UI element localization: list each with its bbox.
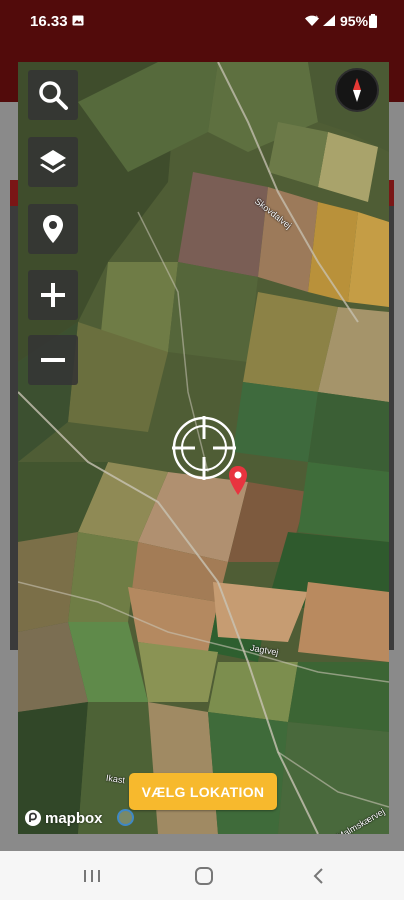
background-accent-left	[10, 180, 18, 206]
select-location-button[interactable]: VÆLG LOKATION	[129, 773, 277, 810]
battery-percent: 95%	[340, 13, 369, 29]
background-panel-left	[10, 180, 18, 650]
status-bar: 16.33 + 95%	[0, 0, 404, 44]
zoom-in-icon	[41, 283, 65, 307]
mapbox-logo-text: mapbox	[45, 809, 103, 827]
recents-icon[interactable]	[81, 865, 103, 887]
layers-icon	[40, 150, 66, 173]
layers-button[interactable]	[28, 137, 78, 187]
zoom-out-button[interactable]	[28, 335, 78, 385]
navigation-bar	[0, 851, 404, 900]
zoom-out-icon	[41, 358, 65, 362]
compass-icon	[353, 78, 361, 102]
signal-icon	[323, 15, 335, 26]
attribution-info-icon[interactable]	[117, 809, 134, 826]
back-icon[interactable]	[308, 865, 330, 887]
compass-button[interactable]	[335, 68, 379, 112]
battery-icon	[369, 14, 377, 28]
location-marker-icon[interactable]	[228, 466, 248, 496]
search-icon	[39, 81, 68, 110]
gallery-icon	[72, 15, 84, 26]
mapbox-logo: mapbox	[24, 807, 103, 829]
status-time: 16.33	[30, 13, 68, 30]
home-icon[interactable]	[193, 865, 215, 887]
search-button[interactable]	[28, 70, 78, 120]
my-location-button[interactable]	[28, 204, 78, 254]
map-dialog: Skovdalvej Jagtvej Ikast Malmskærvej VÆL…	[18, 62, 389, 834]
zoom-in-button[interactable]	[28, 270, 78, 320]
wifi-icon: +	[305, 14, 319, 26]
svg-text:+: +	[315, 14, 318, 19]
location-pin-icon	[43, 215, 63, 243]
mapbox-logo-icon	[25, 810, 41, 826]
